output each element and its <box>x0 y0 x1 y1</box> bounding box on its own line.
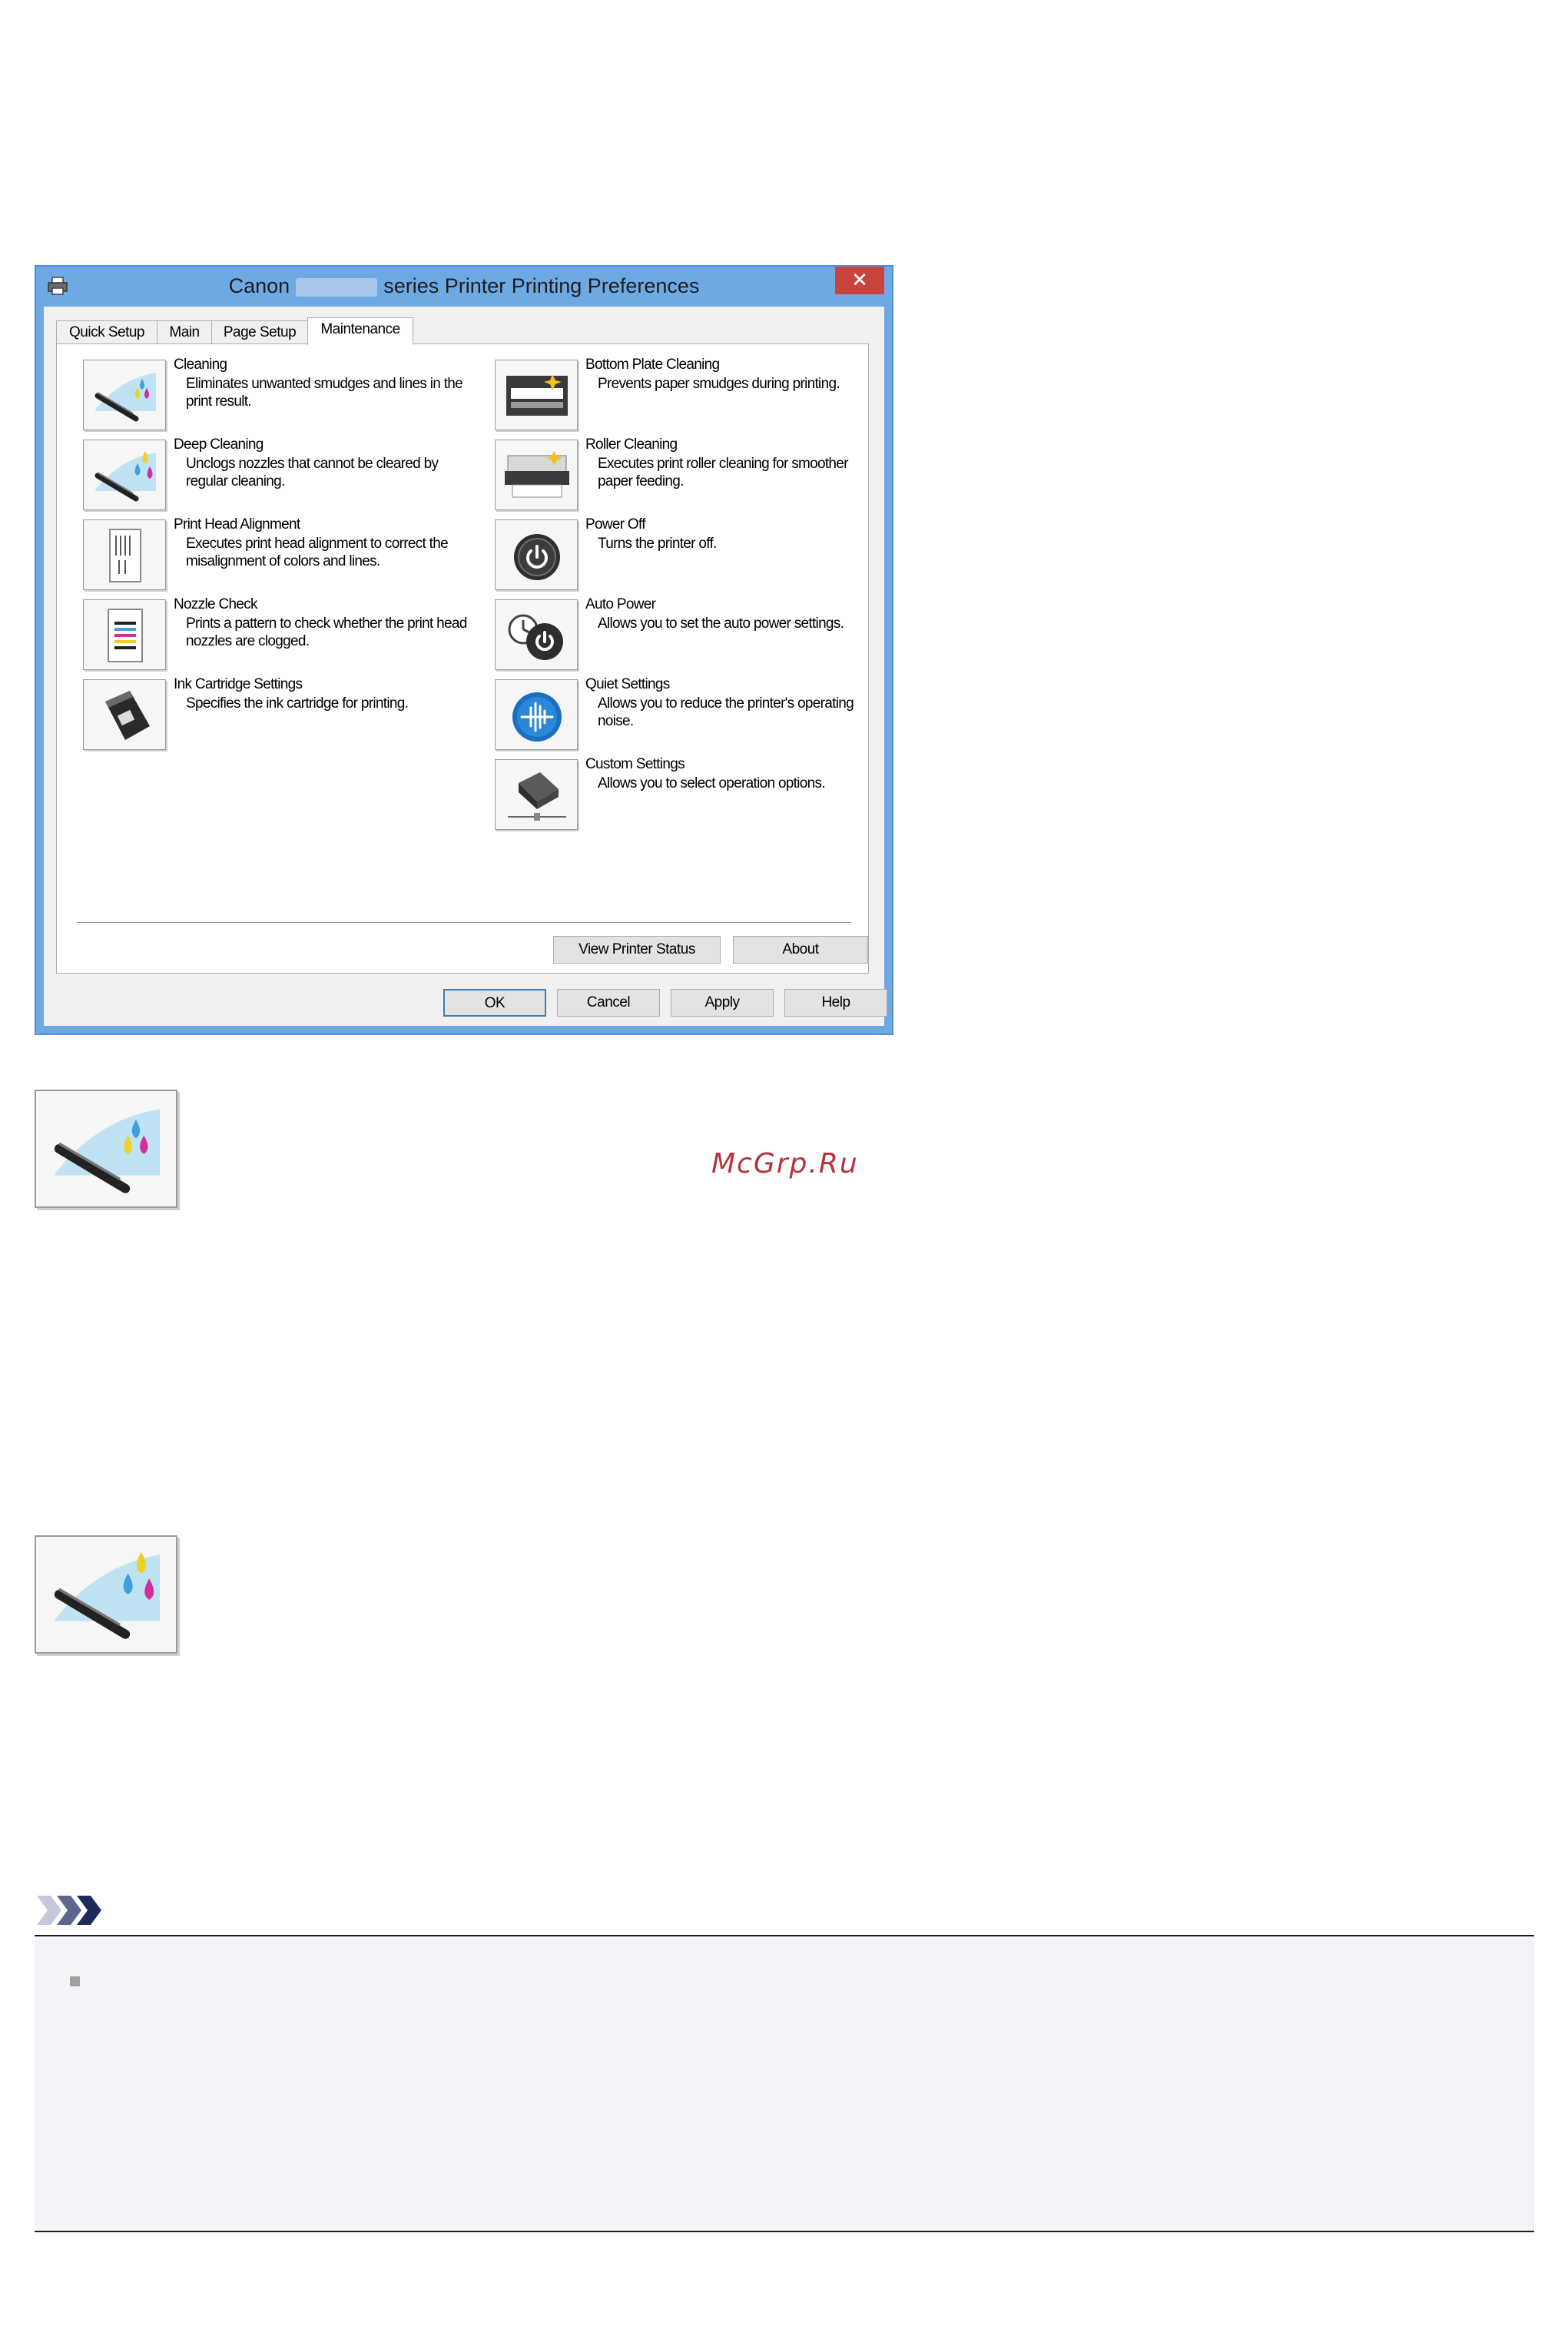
deep-cleaning-icon <box>54 1551 160 1639</box>
maintenance-item: Print Head Alignment Executes print head… <box>83 516 482 596</box>
nozzle-check-icon <box>108 609 143 662</box>
auto-power-button[interactable] <box>495 599 578 670</box>
item-description: Allows you to set the auto power setting… <box>598 616 844 632</box>
item-title: Quiet Settings <box>585 676 670 692</box>
ink-cartridge-settings-button[interactable] <box>83 679 166 750</box>
item-description: Executes print head alignment to correct… <box>186 536 449 569</box>
custom-settings-button[interactable] <box>495 759 578 830</box>
quiet-settings-icon <box>512 692 562 742</box>
maintenance-item: Nozzle Check Prints a pattern to check w… <box>83 596 482 676</box>
item-description: Eliminates unwanted smudges and lines in… <box>186 376 463 410</box>
item-description: Unclogs nozzles that cannot be cleared b… <box>186 456 439 489</box>
item-title: Bottom Plate Cleaning <box>585 357 720 373</box>
item-title: Cleaning <box>174 357 227 373</box>
bullet-marker <box>70 1976 80 1986</box>
cleaning-large-button <box>35 1090 177 1208</box>
tab-maintenance[interactable]: Maintenance <box>307 317 413 345</box>
item-title: Nozzle Check <box>174 596 258 612</box>
item-description: Specifies the ink cartridge for printing… <box>186 695 409 712</box>
custom-settings-icon <box>508 772 566 821</box>
ink-cartridge-icon <box>105 691 150 740</box>
title-prefix: Canon <box>228 274 290 297</box>
maintenance-item: Auto Power Allows you to set the auto po… <box>495 596 894 676</box>
about-button[interactable]: About <box>733 936 868 964</box>
maintenance-item: Roller Cleaning Executes print roller cl… <box>495 436 894 516</box>
tab-quick-setup[interactable]: Quick Setup <box>56 320 157 343</box>
auto-power-icon <box>508 614 563 660</box>
item-description: Turns the printer off. <box>598 536 717 552</box>
cancel-button[interactable]: Cancel <box>557 989 660 1017</box>
item-title: Deep Cleaning <box>174 436 264 453</box>
note-icon <box>37 1896 101 1925</box>
title-suffix: series Printer Printing Preferences <box>383 274 700 297</box>
item-title: Auto Power <box>585 596 656 612</box>
deep-cleaning-large-button <box>35 1535 177 1654</box>
view-printer-status-button[interactable]: View Printer Status <box>553 936 721 964</box>
maintenance-item: Power Off Turns the printer off. <box>495 516 894 596</box>
item-title: Custom Settings <box>585 756 685 772</box>
cleaning-icon <box>54 1109 160 1193</box>
tab-page-setup[interactable]: Page Setup <box>211 320 308 343</box>
power-off-icon <box>514 534 560 580</box>
maintenance-item: Ink Cartridge Settings Specifies the ink… <box>83 676 482 756</box>
panel-separator <box>77 922 851 923</box>
maintenance-item: Bottom Plate Cleaning Prevents paper smu… <box>495 357 894 436</box>
maintenance-item: Quiet Settings Allows you to reduce the … <box>495 676 894 756</box>
roller-cleaning-button[interactable] <box>495 440 578 510</box>
nozzle-check-button[interactable] <box>83 599 166 670</box>
item-description: Executes print roller cleaning for smoot… <box>598 456 848 489</box>
model-name-redacted <box>296 277 378 297</box>
help-button[interactable]: Help <box>784 989 887 1017</box>
deep-cleaning-icon <box>94 451 156 502</box>
print-head-alignment-icon <box>109 529 141 582</box>
item-description: Allows you to reduce the printer's opera… <box>598 695 854 729</box>
title-bar[interactable]: Canon series Printer Printing Preferences… <box>36 267 892 307</box>
item-description: Prevents paper smudges during printing. <box>598 376 840 392</box>
item-title: Ink Cartridge Settings <box>174 676 303 692</box>
window-title: Canon series Printer Printing Preferences <box>36 274 892 298</box>
bottom-plate-cleaning-icon <box>506 374 568 416</box>
item-description: Allows you to select operation options. <box>598 775 826 791</box>
watermark: McGrp.Ru <box>711 1148 859 1180</box>
print-head-alignment-button[interactable] <box>83 519 166 590</box>
item-title: Print Head Alignment <box>174 516 300 533</box>
bottom-plate-cleaning-button[interactable] <box>495 360 578 430</box>
cleaning-icon <box>94 373 156 422</box>
tab-main[interactable]: Main <box>157 320 212 343</box>
note-box <box>35 1935 1534 2232</box>
item-title: Power Off <box>585 516 646 533</box>
maintenance-item: Deep Cleaning Unclogs nozzles that canno… <box>83 436 482 516</box>
maintenance-item: Custom Settings Allows you to select ope… <box>495 756 894 836</box>
ok-button[interactable]: OK <box>443 989 546 1017</box>
close-button[interactable]: ✕ <box>835 267 884 294</box>
apply-button[interactable]: Apply <box>671 989 774 1017</box>
printing-preferences-window: Canon series Printer Printing Preferences… <box>35 265 893 1035</box>
item-description: Prints a pattern to check whether the pr… <box>186 616 467 649</box>
item-title: Roller Cleaning <box>585 436 678 453</box>
dialog-client-area: Quick Setup Main Page Setup Maintenance <box>44 307 887 1026</box>
quiet-settings-button[interactable] <box>495 679 578 750</box>
deep-cleaning-button[interactable] <box>83 440 166 510</box>
roller-cleaning-icon <box>505 451 569 498</box>
maintenance-panel: Cleaning Eliminates unwanted smudges and… <box>56 343 869 974</box>
maintenance-item: Cleaning Eliminates unwanted smudges and… <box>83 357 482 436</box>
cleaning-button[interactable] <box>83 360 166 430</box>
power-off-button[interactable] <box>495 519 578 590</box>
